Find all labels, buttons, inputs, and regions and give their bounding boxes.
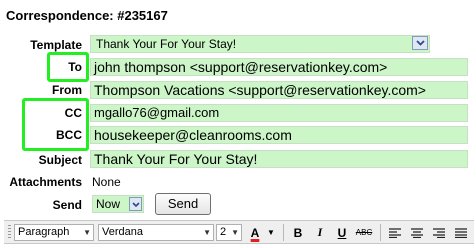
caret-down-icon: ▼: [83, 228, 91, 237]
send-button[interactable]: Send: [155, 193, 211, 215]
font-size-value: 2: [220, 226, 227, 238]
format-value: Paragraph: [18, 226, 70, 238]
strikethrough-button[interactable]: ABC: [353, 224, 375, 241]
to-field[interactable]: john thompson <support@reservationkey.co…: [90, 58, 468, 76]
from-label: From: [52, 83, 82, 97]
justify-button[interactable]: [452, 224, 470, 241]
send-timing-value: Now: [96, 197, 121, 211]
to-highlight: [47, 52, 89, 82]
send-label: Send: [52, 198, 82, 212]
caret-down-icon: ▼: [203, 228, 211, 237]
align-center-icon: [411, 227, 423, 238]
text-color-button[interactable]: A: [246, 224, 264, 241]
bold-button[interactable]: B: [289, 224, 307, 241]
subject-label: Subject: [38, 153, 82, 167]
align-right-button[interactable]: [430, 224, 448, 241]
align-right-icon: [433, 227, 445, 238]
template-value: Thank Your For Your Stay!: [96, 37, 237, 51]
bcc-field[interactable]: housekeeper@cleanrooms.com: [90, 126, 468, 144]
align-center-button[interactable]: [408, 224, 426, 241]
chevron-down-icon: [129, 197, 142, 211]
toolbar-separator: [380, 224, 381, 241]
attachments-label: Attachments: [9, 175, 82, 189]
cc-value: mgallo76@gmail.com: [94, 105, 220, 120]
cc-field[interactable]: mgallo76@gmail.com: [90, 104, 468, 122]
font-size-select[interactable]: 2 ▼: [216, 224, 242, 241]
font-value: Verdana: [102, 226, 143, 238]
from-value: Thompson Vacations <support@reservationk…: [94, 82, 426, 98]
attachments-value: None: [92, 175, 121, 189]
italic-button[interactable]: I: [311, 224, 329, 241]
align-left-icon: [389, 227, 401, 238]
caret-down-icon: ▼: [231, 228, 239, 237]
cc-bcc-highlight: [22, 98, 89, 151]
subject-field[interactable]: Thank Your For Your Stay!: [90, 150, 468, 168]
format-select[interactable]: Paragraph ▼: [14, 224, 94, 241]
subject-value: Thank Your For Your Stay!: [94, 151, 258, 167]
font-select[interactable]: Verdana ▼: [98, 224, 214, 241]
send-timing-select[interactable]: Now: [92, 195, 144, 213]
editor-toolbar: Paragraph ▼ Verdana ▼ 2 ▼ A ▼ B I U ABC: [4, 220, 474, 244]
chevron-down-icon[interactable]: [412, 36, 428, 50]
align-left-button[interactable]: [386, 224, 404, 241]
caret-down-icon: ▼: [267, 228, 275, 237]
from-field[interactable]: Thompson Vacations <support@reservationk…: [90, 81, 468, 99]
bcc-value: housekeeper@cleanrooms.com: [94, 127, 292, 143]
toolbar-separator: [283, 224, 284, 241]
page-title: Correspondence: #235167: [6, 8, 168, 23]
underline-button[interactable]: U: [333, 224, 351, 241]
toolbar-grip: [8, 225, 11, 240]
text-color-dropdown[interactable]: ▼: [266, 224, 276, 241]
justify-icon: [455, 227, 467, 238]
to-value: john thompson <support@reservationkey.co…: [94, 59, 388, 75]
text-color-icon: A: [250, 225, 260, 240]
template-select[interactable]: Thank Your For Your Stay!: [90, 35, 430, 53]
